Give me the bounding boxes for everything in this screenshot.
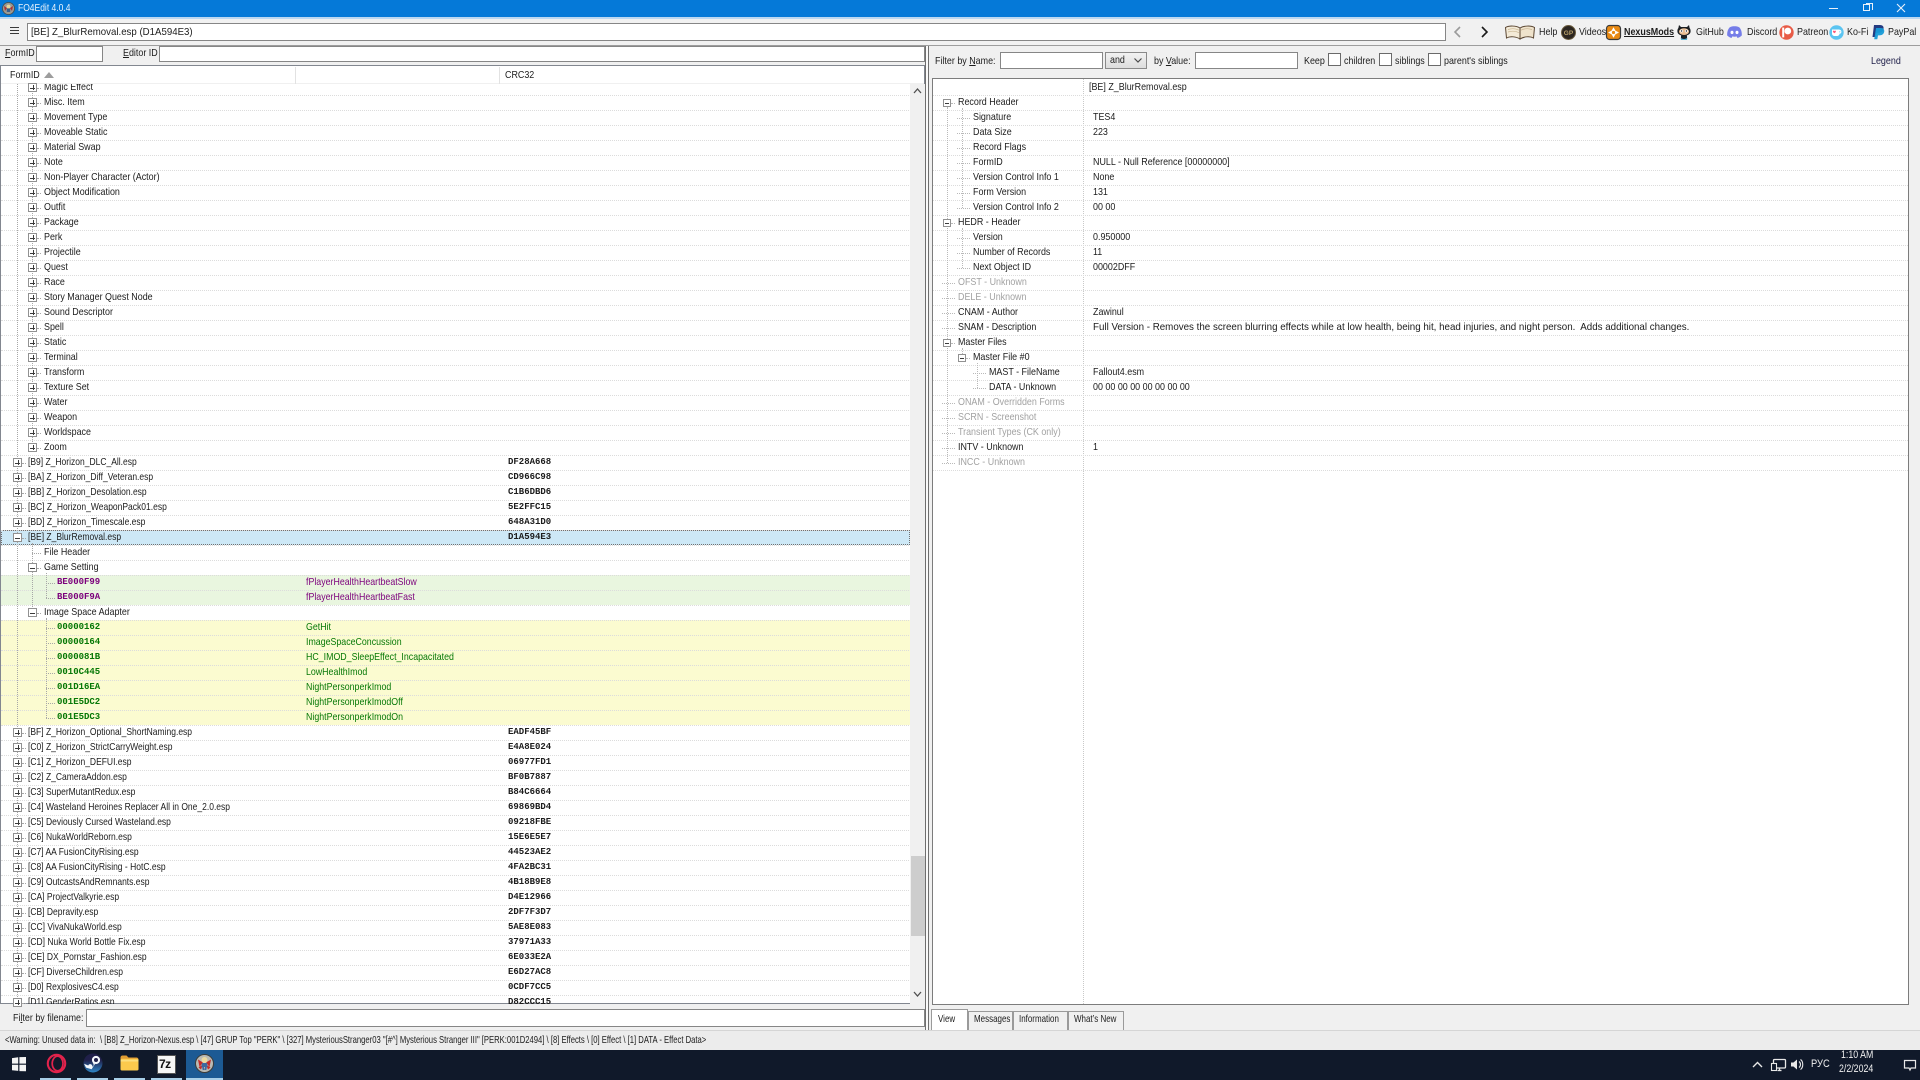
svg-text:GP: GP (1564, 30, 1574, 37)
